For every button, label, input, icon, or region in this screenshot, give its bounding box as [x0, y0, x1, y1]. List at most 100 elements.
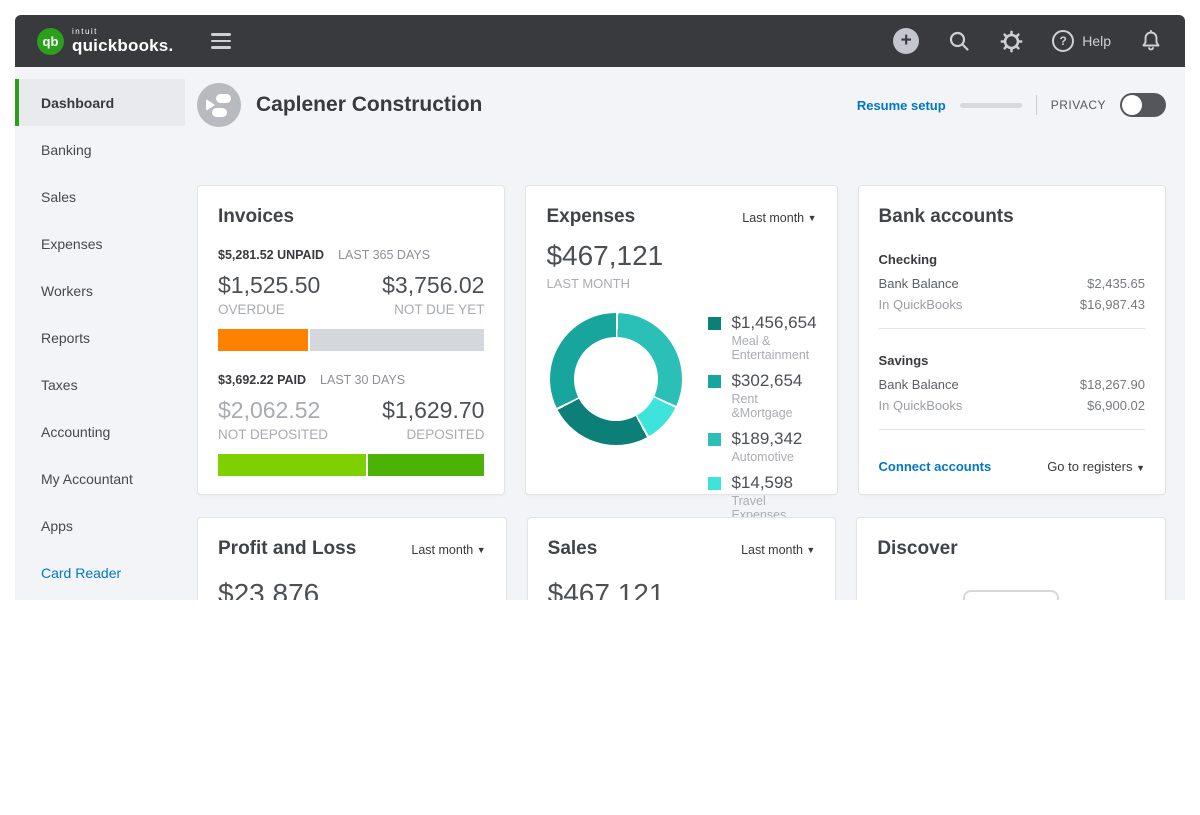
- plus-icon: +: [893, 28, 919, 54]
- sidebar-item-reports[interactable]: Reports: [15, 314, 185, 361]
- profit-loss-title: Profit and Loss: [218, 538, 356, 560]
- notdeposited-label: NOT DEPOSITED: [218, 427, 328, 442]
- legend-item: $1,456,654 Meal & Entertainment: [708, 313, 816, 362]
- intuit-label: intuit: [72, 28, 173, 36]
- profit-loss-amount: $23,876: [218, 578, 486, 600]
- sales-title: Sales: [548, 538, 598, 560]
- company-avatar: [197, 83, 241, 127]
- hamburger-menu-icon[interactable]: [211, 29, 231, 53]
- sidebar-item-banking[interactable]: Banking: [15, 126, 185, 173]
- sidebar-item-taxes[interactable]: Taxes: [15, 361, 185, 408]
- legend-item: $189,342 Automotive: [708, 429, 816, 464]
- profit-loss-period-dropdown[interactable]: Last month ▼: [411, 543, 485, 557]
- sidebar-item-apps[interactable]: Apps: [15, 502, 185, 549]
- row-value: $18,267.90: [1080, 377, 1145, 392]
- row-label: Bank Balance: [879, 377, 959, 392]
- go-to-registers-dropdown[interactable]: Go to registers ▼: [1047, 459, 1145, 474]
- sidebar-item-label: Banking: [41, 142, 92, 158]
- legend-swatch: [708, 477, 721, 490]
- divider: [1036, 95, 1037, 115]
- company-name: Caplener Construction: [256, 93, 482, 117]
- connect-accounts-link[interactable]: Connect accounts: [879, 459, 992, 474]
- sales-period-dropdown[interactable]: Last month ▼: [741, 543, 815, 557]
- legend-swatch: [708, 317, 721, 330]
- sidebar-item-label: Dashboard: [41, 95, 114, 111]
- in-quickbooks-row: In QuickBooks $16,987.43: [879, 297, 1145, 312]
- sidebar-item-expenses[interactable]: Expenses: [15, 220, 185, 267]
- discover-title: Discover: [877, 538, 1145, 560]
- legend-amount: $14,598: [731, 473, 816, 493]
- sidebar-item-my-accountant[interactable]: My Accountant: [15, 455, 185, 502]
- legend-label: Automotive: [731, 450, 802, 464]
- privacy-toggle[interactable]: [1120, 93, 1166, 117]
- qb-logo-icon: qb: [37, 28, 64, 55]
- sidebar-item-sales[interactable]: Sales: [15, 173, 185, 220]
- bank-balance-row: Bank Balance $18,267.90: [879, 377, 1145, 392]
- paid-bar[interactable]: [218, 454, 484, 476]
- filter-label: Last month: [742, 211, 804, 225]
- legend-label: Rent &Mortgage: [731, 392, 816, 420]
- sidebar-item-label: Card Reader: [41, 565, 121, 581]
- row-label: In QuickBooks: [879, 398, 963, 413]
- expenses-title: Expenses: [546, 206, 635, 228]
- expenses-period-dropdown[interactable]: Last month ▼: [742, 211, 816, 225]
- invoices-title: Invoices: [218, 206, 484, 228]
- account-name: Checking: [879, 252, 1145, 267]
- deposited-amount: $1,629.70: [382, 397, 484, 424]
- unpaid-total: $5,281.52 UNPAID: [218, 248, 324, 262]
- unpaid-bar[interactable]: [218, 329, 484, 351]
- sidebar-item-workers[interactable]: Workers: [15, 267, 185, 314]
- help-button[interactable]: ? Help: [1052, 30, 1111, 52]
- gear-icon[interactable]: [999, 29, 1024, 54]
- sidebar-item-dashboard[interactable]: Dashboard: [15, 79, 185, 126]
- legend-amount: $189,342: [731, 429, 802, 449]
- unpaid-period: LAST 365 DAYS: [338, 248, 430, 262]
- search-icon[interactable]: [947, 29, 971, 53]
- discover-tile[interactable]: [963, 590, 1059, 600]
- row-value: $2,435.65: [1087, 276, 1145, 291]
- legend-amount: $1,456,654: [731, 313, 816, 333]
- sidebar-item-card-reader[interactable]: Card Reader: [15, 549, 185, 596]
- expenses-period: LAST MONTH: [546, 276, 816, 291]
- sidebar-item-label: Taxes: [41, 377, 78, 393]
- expenses-total: $467,121: [546, 240, 816, 272]
- expenses-card: Expenses Last month ▼ $467,121 LAST MONT…: [525, 185, 837, 495]
- notdue-label: NOT DUE YET: [382, 302, 484, 317]
- notdue-bar-segment: [310, 329, 485, 351]
- bank-accounts-card: Bank accounts Checking Bank Balance $2,4…: [858, 185, 1166, 495]
- invoices-card: Invoices $5,281.52 UNPAID LAST 365 DAYS …: [197, 185, 505, 495]
- notdeposited-amount: $2,062.52: [218, 397, 328, 424]
- filter-label: Last month: [411, 543, 473, 557]
- sidebar-item-label: Accounting: [41, 424, 110, 440]
- row-value: $6,900.02: [1087, 398, 1145, 413]
- paid-total: $3,692.22 PAID: [218, 373, 306, 387]
- expenses-donut-chart: [550, 313, 682, 445]
- bank-balance-row: Bank Balance $2,435.65: [879, 276, 1145, 291]
- sidebar-item-label: Expenses: [41, 236, 102, 252]
- sidebar-item-label: Reports: [41, 330, 90, 346]
- help-label: Help: [1082, 33, 1111, 49]
- sidebar-nav: Dashboard Banking Sales Expenses Workers…: [15, 67, 185, 600]
- legend-item: $302,654 Rent &Mortgage: [708, 371, 816, 420]
- in-quickbooks-row: In QuickBooks $6,900.02: [879, 398, 1145, 413]
- profit-loss-card: Profit and Loss Last month ▼ $23,876: [197, 517, 507, 600]
- discover-card: Discover: [856, 517, 1166, 600]
- main-content: Caplener Construction Resume setup PRIVA…: [185, 67, 1185, 600]
- legend-swatch: [708, 375, 721, 388]
- row-label: In QuickBooks: [879, 297, 963, 312]
- deposited-bar-segment: [368, 454, 484, 476]
- chevron-down-icon: ▼: [1136, 463, 1145, 473]
- sidebar-item-label: Sales: [41, 189, 76, 205]
- deposited-label: DEPOSITED: [382, 427, 484, 442]
- page-header: Caplener Construction Resume setup PRIVA…: [197, 81, 1166, 129]
- registers-label: Go to registers: [1047, 459, 1132, 474]
- quickbooks-label: quickbooks.: [72, 36, 173, 55]
- quickbooks-logo[interactable]: qb intuit quickbooks.: [37, 28, 173, 55]
- divider: [879, 328, 1145, 329]
- resume-setup-link[interactable]: Resume setup: [857, 98, 946, 113]
- create-plus-button[interactable]: +: [893, 28, 919, 54]
- paid-period: LAST 30 DAYS: [320, 373, 405, 387]
- topbar: qb intuit quickbooks. +: [15, 15, 1185, 67]
- sidebar-item-accounting[interactable]: Accounting: [15, 408, 185, 455]
- notifications-bell-icon[interactable]: [1139, 29, 1163, 53]
